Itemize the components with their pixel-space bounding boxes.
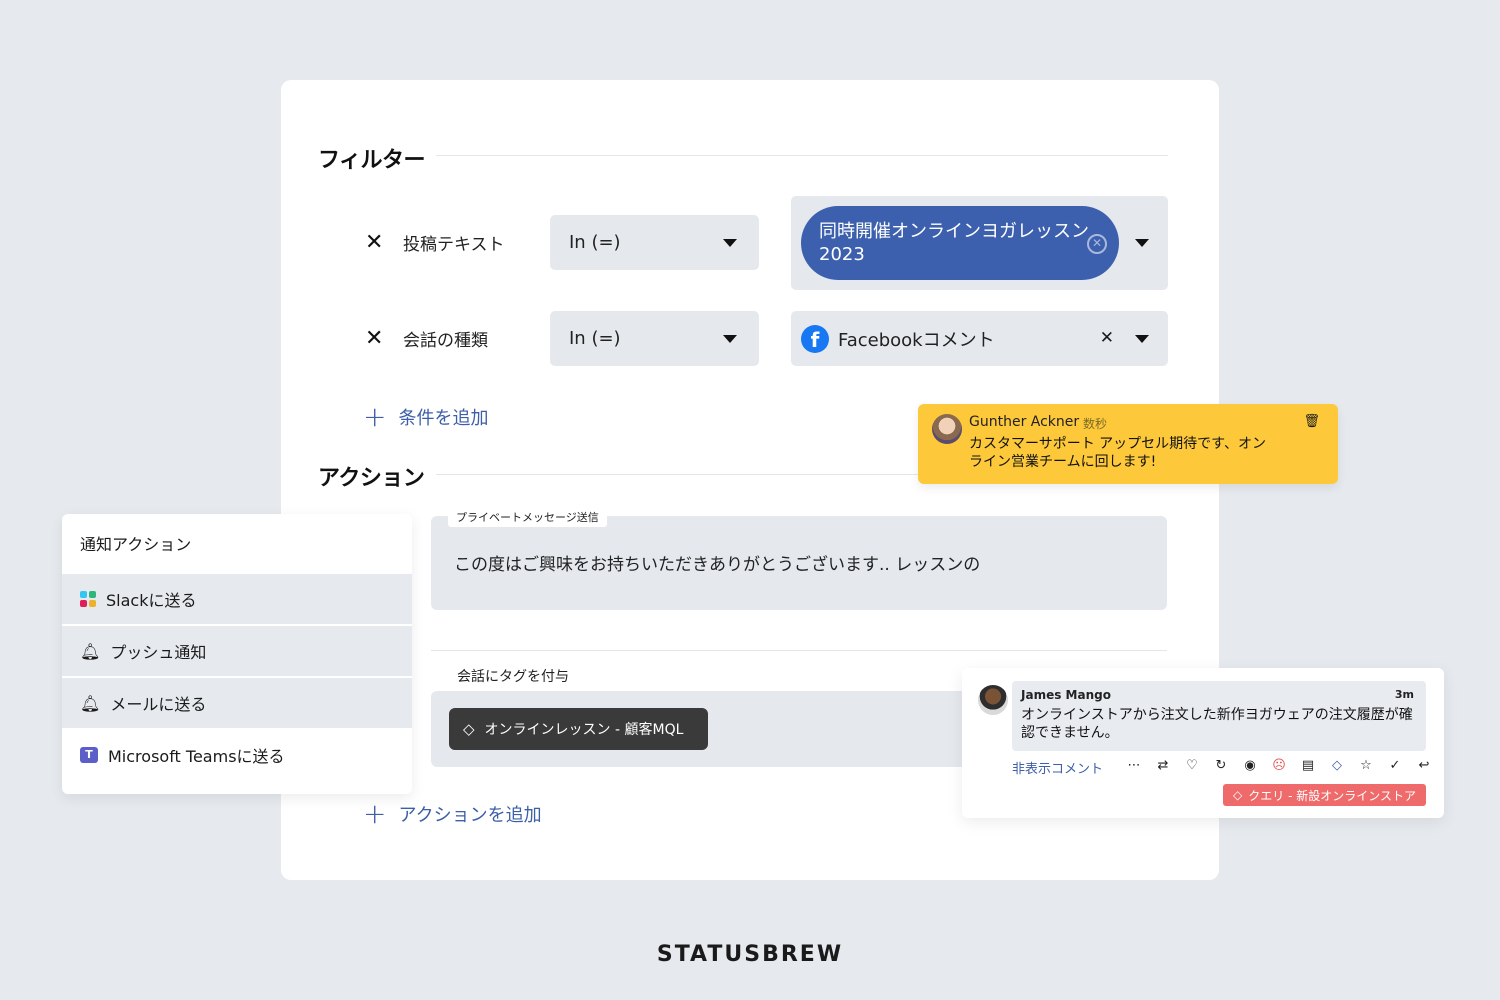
note-author: Gunther Ackner [969,414,1080,430]
private-message-text: この度はご興味をお持ちいただきありがとうございます.. レッスンの [454,555,981,575]
avatar [932,414,962,444]
plus-icon: + [363,797,387,830]
chevron-down-icon [1135,335,1149,343]
check-icon[interactable]: ✓ [1387,758,1403,773]
teams-option-label: Microsoft Teamsに送る [108,747,285,766]
bell-icon: 🔔︎ [80,693,101,713]
sentiment-icon[interactable]: ☹ [1271,758,1287,773]
chevron-down-icon [723,335,737,343]
add-condition-label: 条件を追加 [398,408,489,429]
filter-2-value-text: Facebookコメント [838,329,995,351]
send-to-teams-option[interactable]: T Microsoft Teamsに送る [62,728,412,780]
tag-icon: ◇ [1233,788,1243,802]
bell-icon: 🔔︎ [80,641,101,661]
statusbrew-logo: STATUSBREW [656,942,844,967]
filter-2-field: 会話の種類 [403,331,488,351]
filter-1-value-text: 同時開催オンラインヨガレッスン 2023 [819,221,1089,265]
comment-card: James Mango 3m オンラインストアから注文した新作ヨガウェアの注文履… [962,668,1444,818]
push-option-label: プッシュ通知 [110,643,207,662]
chevron-down-icon [723,239,737,247]
notification-panel-title: 通知アクション [80,535,192,554]
remove-filter-1-icon[interactable]: ✕ [365,232,383,254]
more-icon[interactable]: ⋯ [1126,758,1142,773]
send-email-option[interactable]: 🔔︎ メールに送る [62,676,412,728]
reply-icon[interactable]: ↩ [1416,758,1432,773]
filter-1-value-chip: 同時開催オンラインヨガレッスン 2023 ✕ [801,206,1119,280]
filter-2-operator-value: In (=) [569,328,621,349]
add-action-link[interactable]: + アクションを追加 [363,797,542,830]
assign-icon[interactable]: ⇄ [1155,758,1171,773]
hide-comment-link[interactable]: 非表示コメント [1012,758,1103,777]
teams-icon: T [80,747,98,763]
push-notification-option[interactable]: 🔔︎ プッシュ通知 [62,624,412,676]
tag-caption: 会話にタグを付与 [457,669,569,685]
facebook-icon: f [801,324,829,353]
tag-icon: ◇ [463,720,475,738]
tag-icon[interactable]: ◇ [1329,758,1345,773]
email-option-label: メールに送る [110,695,207,714]
add-condition-link[interactable]: + 条件を追加 [363,400,489,433]
applied-tag-label: オンラインレッスン - 顧客MQL [484,722,684,738]
trash-icon[interactable]: 🗑︎ [1303,414,1320,429]
star-icon[interactable]: ☆ [1358,758,1374,773]
avatar [978,685,1008,715]
comment-tag-label: クエリ - 新設オンラインストア [1248,788,1416,803]
comment-time: 3m [1394,688,1414,701]
note-time: 数秒 [1083,417,1108,431]
plus-icon: + [363,400,387,433]
filter-1-operator-value: In (=) [569,232,621,253]
filter-1-value-select[interactable]: 同時開催オンラインヨガレッスン 2023 ✕ [791,196,1168,290]
user-icon[interactable]: ◉ [1242,758,1258,773]
note-text: カスタマーサポート アップセル期待です、オンライン営業チームに回します! [969,436,1267,470]
chevron-down-icon [1135,239,1149,247]
send-to-slack-option[interactable]: Slackに送る [62,572,412,624]
internal-note: Gunther Ackner 数秒 カスタマーサポート アップセル期待です、オン… [918,404,1338,484]
heart-icon[interactable]: ♡ [1184,758,1200,773]
action-separator [431,650,1167,651]
clear-value-icon[interactable]: ✕ [1100,328,1114,348]
filter-1-operator-select[interactable]: In (=) [550,215,759,270]
filters-title: フィルター [318,148,426,173]
private-message-caption: プライベートメッセージ送信 [448,507,607,527]
filter-2-operator-select[interactable]: In (=) [550,311,759,366]
applied-tag[interactable]: ◇ オンラインレッスン - 顧客MQL [449,708,708,750]
notes-icon[interactable]: ▤ [1300,758,1316,773]
refresh-icon[interactable]: ↻ [1213,758,1229,773]
comment-author: James Mango [1021,688,1111,702]
slack-option-label: Slackに送る [106,591,197,610]
actions-title: アクション [318,466,425,491]
remove-filter-2-icon[interactable]: ✕ [365,328,383,350]
filter-1-field: 投稿テキスト [403,235,505,255]
comment-text: オンラインストアから注文した新作ヨガウェアの注文履歴が確認できません。 [1021,707,1413,741]
add-action-label: アクションを追加 [398,805,542,826]
comment-tag[interactable]: ◇ クエリ - 新設オンラインストア [1223,784,1426,806]
comment-action-bar: ⋯ ⇄ ♡ ↻ ◉ ☹ ▤ ◇ ☆ ✓ ↩ [1126,758,1432,773]
comment-bubble: James Mango 3m オンラインストアから注文した新作ヨガウェアの注文履… [1012,681,1426,751]
remove-chip-icon[interactable]: ✕ [1087,234,1107,254]
notification-actions-panel: 通知アクション Slackに送る 🔔︎ プッシュ通知 🔔︎ メールに送る T M… [62,514,412,794]
filter-2-value-select[interactable]: f Facebookコメント ✕ [791,311,1168,366]
filters-divider [436,155,1168,156]
slack-icon [80,591,96,607]
private-message-input[interactable]: この度はご興味をお持ちいただきありがとうございます.. レッスンの [431,516,1167,610]
